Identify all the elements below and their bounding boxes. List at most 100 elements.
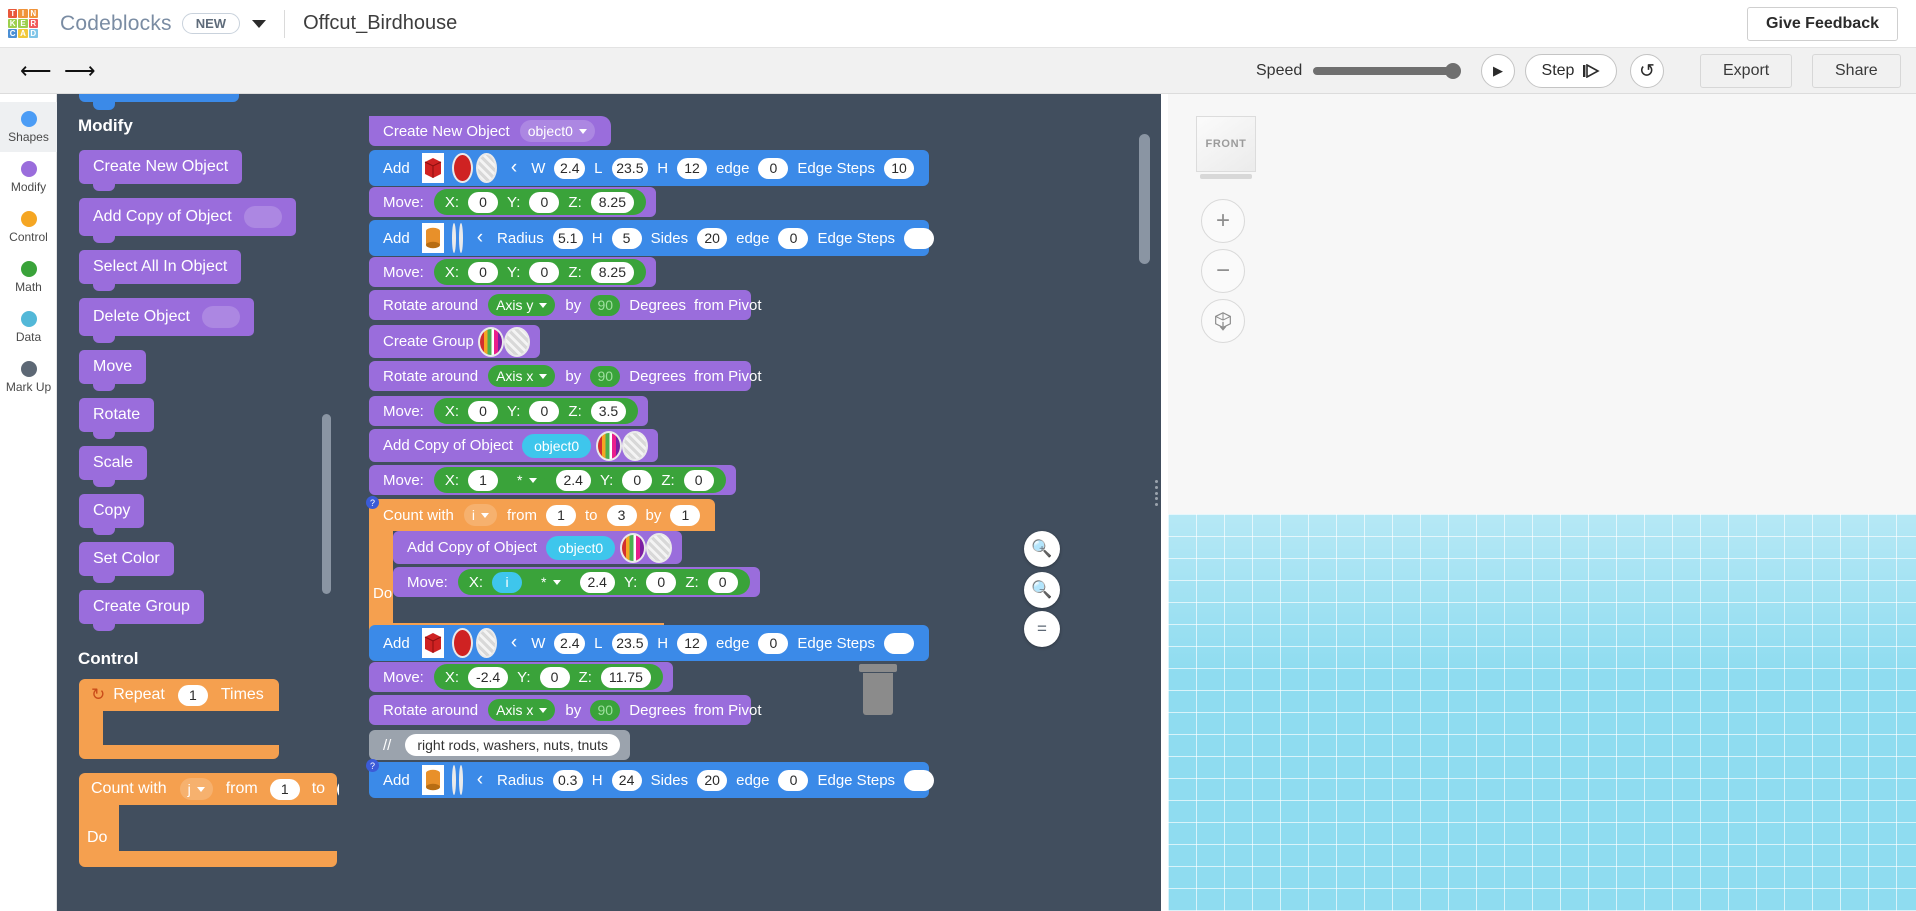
move-y-input[interactable]: 0 bbox=[622, 470, 652, 491]
color-swatch[interactable] bbox=[452, 628, 473, 658]
palette-block-create-new-object[interactable]: Create New Object bbox=[79, 150, 242, 184]
three-d-viewport[interactable]: FRONT + − bbox=[1168, 94, 1916, 911]
block-move[interactable]: Move:X:0Y:0Z:8.25 bbox=[369, 187, 656, 217]
field-input[interactable]: 0 bbox=[778, 770, 808, 791]
view-cube[interactable]: FRONT bbox=[1196, 116, 1256, 172]
block-comment[interactable]: //right rods, washers, nuts, tnuts bbox=[369, 730, 630, 760]
block-move[interactable]: Move:X:0Y:0Z:3.5 bbox=[369, 396, 648, 426]
field-input[interactable]: 24 bbox=[612, 770, 642, 791]
move-z-input[interactable]: 3.5 bbox=[591, 401, 626, 422]
hole-swatch[interactable] bbox=[459, 765, 463, 795]
hole-swatch[interactable] bbox=[476, 628, 497, 658]
object-slot[interactable] bbox=[202, 306, 240, 328]
color-swatch[interactable] bbox=[452, 765, 456, 795]
tinkercad-logo[interactable]: TINKERCAD bbox=[8, 9, 38, 39]
rail-item-control[interactable]: Control bbox=[0, 202, 57, 252]
box-shape-icon[interactable] bbox=[422, 153, 445, 183]
palette-block-rotate[interactable]: Rotate bbox=[79, 398, 154, 432]
palette-scrollbar[interactable] bbox=[322, 414, 331, 594]
palette-block-scale[interactable]: Scale bbox=[79, 446, 147, 480]
block-add-shape[interactable]: Add‹Radius5.1H5Sides20edge0Edge Steps bbox=[369, 220, 929, 256]
block-add-shape[interactable]: Add‹W2.4L23.5H12edge0Edge Steps bbox=[369, 625, 929, 661]
block-add-copy-of-object[interactable]: Add Copy of Objectobject0 bbox=[393, 531, 682, 564]
count-variable-dropdown[interactable]: j bbox=[180, 778, 213, 800]
zoom-out-button[interactable]: − bbox=[1201, 249, 1245, 293]
move-z-input[interactable]: 0 bbox=[684, 470, 714, 491]
field-input[interactable]: 5.1 bbox=[553, 228, 583, 249]
operator-dropdown[interactable]: * bbox=[509, 469, 544, 491]
palette-block-add-copy-of-object[interactable]: Add Copy of Object bbox=[79, 198, 296, 236]
count-variable-dropdown[interactable]: i bbox=[464, 504, 497, 526]
comment-text-input[interactable]: right rods, washers, nuts, tnuts bbox=[405, 734, 620, 756]
chevron-down-icon[interactable] bbox=[252, 20, 266, 28]
field-input[interactable]: 23.5 bbox=[612, 158, 649, 179]
share-button[interactable]: Share bbox=[1812, 54, 1901, 88]
multiplier-input[interactable]: 2.4 bbox=[580, 572, 615, 593]
multiplier-input[interactable]: 2.4 bbox=[556, 470, 591, 491]
field-input[interactable]: 12 bbox=[677, 633, 707, 654]
help-icon[interactable]: ? bbox=[366, 759, 379, 772]
palette-block-copy[interactable]: Copy bbox=[79, 494, 144, 528]
block-create-new-object[interactable]: Create New Objectobject0 bbox=[369, 116, 611, 146]
collapse-chevron-icon[interactable]: ‹ bbox=[511, 157, 517, 179]
palette-block-create-group[interactable]: Create Group bbox=[79, 590, 204, 624]
rail-item-mark-up[interactable]: Mark Up bbox=[0, 352, 57, 402]
field-input[interactable]: 2.4 bbox=[554, 633, 585, 654]
undo-icon[interactable]: ⟵ bbox=[20, 60, 48, 82]
rail-item-data[interactable]: Data bbox=[0, 302, 57, 352]
help-icon[interactable]: ? bbox=[366, 496, 379, 509]
cylinder-shape-icon[interactable] bbox=[422, 765, 444, 795]
move-x-input[interactable]: 0 bbox=[468, 401, 498, 422]
give-feedback-button[interactable]: Give Feedback bbox=[1747, 7, 1898, 41]
rainbow-swatch[interactable] bbox=[596, 431, 622, 461]
block-count-with[interactable]: ?Count withifrom1to3by1 bbox=[369, 499, 715, 531]
block-move[interactable]: Move:X:0Y:0Z:8.25 bbox=[369, 257, 656, 287]
object-slot[interactable] bbox=[244, 206, 282, 228]
fit-to-view-button[interactable] bbox=[1201, 299, 1245, 343]
hole-swatch[interactable] bbox=[646, 533, 672, 563]
workspace-scrollbar[interactable] bbox=[1139, 134, 1150, 264]
speed-slider[interactable] bbox=[1313, 67, 1458, 75]
palette-block-move[interactable]: Move bbox=[79, 350, 146, 384]
block-rotate-around[interactable]: Rotate aroundAxis xby90Degreesfrom Pivot bbox=[369, 695, 751, 725]
field-input[interactable] bbox=[884, 633, 914, 654]
field-input[interactable]: 0 bbox=[758, 158, 788, 179]
block-add-shape[interactable]: Add‹W2.4L23.5H12edge0Edge Steps10 bbox=[369, 150, 929, 186]
block-move-multiply-variable[interactable]: Move:X:i*2.4Y:0Z:0 bbox=[393, 567, 760, 597]
object-name-dropdown[interactable]: object0 bbox=[520, 120, 595, 142]
block-add-shape[interactable]: Add‹Radius0.3H24Sides20edge0Edge Steps? bbox=[369, 762, 929, 798]
export-button[interactable]: Export bbox=[1700, 54, 1792, 88]
field-input[interactable]: 0.3 bbox=[553, 770, 583, 791]
degrees-input[interactable]: 90 bbox=[590, 366, 620, 387]
palette-block-count-with[interactable]: Count withjfrom1to10Do bbox=[79, 773, 337, 867]
move-z-input[interactable]: 8.25 bbox=[591, 262, 634, 283]
collapse-chevron-icon[interactable]: ‹ bbox=[477, 769, 483, 791]
block-create-group[interactable]: Create Group bbox=[369, 325, 540, 358]
block-move[interactable]: Move:X:-2.4Y:0Z:11.75 bbox=[369, 662, 673, 692]
zoom-out-icon[interactable]: 🔍− bbox=[1024, 572, 1060, 608]
restart-button[interactable]: ↺ bbox=[1630, 54, 1664, 88]
palette-block-repeat[interactable]: ↻Repeat1Times bbox=[79, 679, 279, 759]
zoom-in-button[interactable]: + bbox=[1201, 199, 1245, 243]
degrees-input[interactable]: 90 bbox=[590, 295, 620, 316]
move-x-input[interactable]: 0 bbox=[468, 192, 498, 213]
hole-swatch[interactable] bbox=[476, 153, 497, 183]
block-rotate-around[interactable]: Rotate aroundAxis yby90Degreesfrom Pivot bbox=[369, 290, 751, 320]
redo-icon[interactable]: ⟶ bbox=[64, 60, 92, 82]
operator-dropdown[interactable]: * bbox=[533, 571, 568, 593]
cylinder-shape-icon[interactable] bbox=[422, 223, 444, 253]
loop-variable-chip[interactable]: i bbox=[492, 572, 522, 593]
field-input[interactable]: 0 bbox=[758, 633, 788, 654]
move-x-input[interactable]: -2.4 bbox=[468, 667, 508, 688]
hole-swatch[interactable] bbox=[622, 431, 648, 461]
box-shape-icon[interactable] bbox=[422, 628, 445, 658]
move-x-input[interactable]: 0 bbox=[468, 262, 498, 283]
count-from-input[interactable]: 1 bbox=[546, 505, 576, 526]
palette-block-select-all-in-object[interactable]: Select All In Object bbox=[79, 250, 241, 284]
count-from-input[interactable]: 1 bbox=[270, 779, 300, 800]
trash-icon[interactable] bbox=[859, 664, 897, 714]
move-y-input[interactable]: 0 bbox=[529, 192, 559, 213]
move-y-input[interactable]: 0 bbox=[646, 572, 676, 593]
rainbow-swatch[interactable] bbox=[478, 327, 504, 357]
field-input[interactable]: 20 bbox=[697, 228, 727, 249]
